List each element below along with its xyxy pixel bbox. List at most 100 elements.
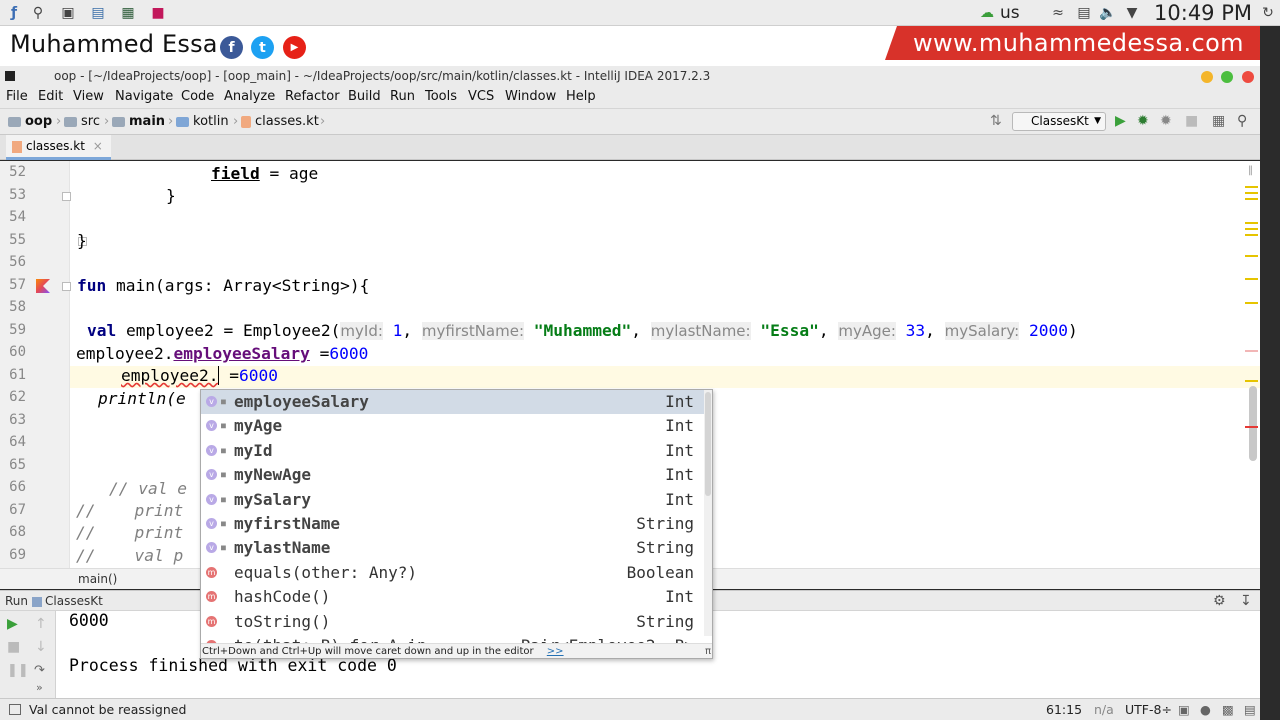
more-icon[interactable]: »	[36, 681, 43, 694]
tool-window-toggle-icon[interactable]	[9, 704, 21, 715]
down-arrow-icon[interactable]: ↓	[35, 639, 47, 655]
hector-icon[interactable]: ●	[1200, 702, 1211, 717]
menu-tools[interactable]: Tools	[425, 89, 457, 104]
completion-item[interactable]: v ■ myAge Int	[201, 414, 706, 438]
completion-item[interactable]: v ■ myId Int	[201, 439, 706, 463]
completion-hint-link[interactable]: >>	[547, 646, 564, 657]
clock[interactable]: 10:49 PM	[1154, 0, 1252, 26]
breadcrumb-kotlin[interactable]: kotlin	[176, 114, 229, 129]
breadcrumb-oop[interactable]: oop	[8, 114, 52, 129]
completion-item[interactable]: m toString() String	[201, 610, 706, 634]
breadcrumb-main[interactable]: main	[112, 114, 165, 129]
intellij-icon[interactable]: ■	[148, 3, 168, 23]
gear-icon[interactable]: ⚙	[1213, 593, 1226, 609]
stop-icon[interactable]: ■	[7, 639, 20, 655]
code-completion-popup[interactable]: v ■ employeeSalary Int v ■ myAge Int v ■ myId Int v ■…	[200, 389, 713, 659]
menu-code[interactable]: Code	[181, 89, 214, 104]
lock-icon[interactable]: ▣	[1178, 702, 1190, 717]
error-stripe-mark[interactable]	[1245, 426, 1258, 428]
tab-classes-kt[interactable]: classes.kt ×	[6, 135, 111, 160]
stop-icon[interactable]: ■	[1185, 113, 1198, 129]
minimize-button[interactable]	[1201, 71, 1213, 83]
soft-wrap-icon[interactable]: ↷	[34, 663, 45, 678]
fedora-icon[interactable]: ƒ	[4, 3, 24, 23]
monitor-icon[interactable]: ▦	[118, 3, 138, 23]
coverage-icon[interactable]: ✹	[1160, 113, 1172, 129]
menu-analyze[interactable]: Analyze	[224, 89, 275, 104]
debug-icon[interactable]: ✹	[1137, 113, 1149, 129]
completion-scrollbar-thumb[interactable]	[705, 392, 711, 496]
network-cloud-icon[interactable]: ☁	[977, 3, 997, 23]
power-icon[interactable]: ↻	[1258, 3, 1278, 23]
completion-item[interactable]: v ■ myNewAge Int	[201, 463, 706, 487]
breadcrumb-file[interactable]: classes.kt	[241, 114, 319, 129]
chevron-down-icon[interactable]: ▼	[1122, 3, 1142, 23]
search-everywhere-icon[interactable]: ⚲	[1237, 113, 1247, 129]
inspection-indicator[interactable]: ‖	[1248, 165, 1253, 176]
menu-run[interactable]: Run	[390, 89, 415, 104]
pause-icon[interactable]: ❚❚	[7, 663, 29, 678]
completion-item[interactable]: m equals(other: Any?) Boolean	[201, 561, 706, 585]
error-stripe-mark[interactable]	[1245, 228, 1258, 230]
menu-view[interactable]: View	[73, 89, 104, 104]
run-config-select[interactable]: ClassesKt ▼	[1012, 112, 1106, 131]
menu-help[interactable]: Help	[566, 89, 596, 104]
maximize-button[interactable]	[1221, 71, 1233, 83]
desktop-icon[interactable]: ▣	[58, 3, 78, 23]
run-icon[interactable]: ▶	[1115, 113, 1126, 129]
completion-item[interactable]: v ■ employeeSalary Int	[201, 390, 706, 414]
up-arrow-icon[interactable]: ↑	[35, 616, 47, 632]
error-stripe-mark[interactable]	[1245, 192, 1258, 194]
project-structure-icon[interactable]: ▦	[1212, 113, 1225, 129]
hide-panel-icon[interactable]: ↧	[1240, 593, 1252, 609]
fold-marker[interactable]	[62, 282, 71, 291]
menu-refactor[interactable]: Refactor	[285, 89, 340, 104]
error-stripe-mark[interactable]	[1245, 278, 1258, 280]
menu-window[interactable]: Window	[505, 89, 556, 104]
caret-position[interactable]: 61:15	[1046, 702, 1082, 717]
error-stripe-mark[interactable]	[1245, 380, 1258, 382]
fold-marker[interactable]	[62, 192, 71, 201]
error-stripe-mark[interactable]	[1245, 350, 1258, 352]
completion-item[interactable]: v ■ mylastName String	[201, 536, 706, 560]
menu-build[interactable]: Build	[348, 89, 381, 104]
search-icon[interactable]: ⚲	[28, 3, 48, 23]
error-stripe-mark[interactable]	[1245, 186, 1258, 188]
run-panel-label[interactable]: Run	[5, 594, 28, 608]
completion-item[interactable]: m hashCode() Int	[201, 585, 706, 609]
error-stripe-mark[interactable]	[1245, 255, 1258, 257]
menu-vcs[interactable]: VCS	[468, 89, 494, 104]
completion-scrollbar[interactable]	[704, 390, 712, 636]
wifi-icon[interactable]: ≈	[1048, 3, 1068, 23]
clipboard-icon[interactable]: ▤	[1074, 3, 1094, 23]
file-encoding[interactable]: UTF-8÷	[1125, 702, 1172, 717]
menu-navigate[interactable]: Navigate	[115, 89, 173, 104]
keyboard-layout[interactable]: us	[1000, 0, 1020, 26]
completion-item[interactable]: v ■ mySalary Int	[201, 488, 706, 512]
run-tab-label[interactable]: ClassesKt	[45, 594, 103, 608]
error-stripe-mark[interactable]	[1245, 222, 1258, 224]
error-stripe-mark[interactable]	[1245, 234, 1258, 236]
menu-file[interactable]: File	[6, 89, 28, 104]
tab-close-icon[interactable]: ×	[93, 139, 103, 153]
notifications-icon[interactable]: ▤	[1244, 702, 1256, 717]
function-crumb[interactable]: main()	[78, 572, 117, 586]
line-separator[interactable]: n/a	[1094, 702, 1114, 717]
close-button[interactable]	[1242, 71, 1254, 83]
window-titlebar[interactable]: oop - [~/IdeaProjects/oop] - [oop_main] …	[0, 66, 1260, 88]
code-line-60: employee2.employeeSalary =6000	[76, 344, 368, 364]
editor-scrollbar-thumb[interactable]	[1249, 386, 1257, 461]
kotlin-file-icon	[12, 141, 22, 153]
completion-item-type: String	[636, 611, 694, 631]
rerun-icon[interactable]: ▶	[7, 616, 18, 632]
build-arrows-icon[interactable]: ⇅	[990, 113, 1002, 129]
error-stripe-mark[interactable]	[1245, 302, 1258, 304]
event-log-icon[interactable]: ▩	[1222, 702, 1234, 717]
pi-icon[interactable]: π	[705, 644, 711, 658]
menu-edit[interactable]: Edit	[38, 89, 63, 104]
completion-item[interactable]: v ■ myfirstName String	[201, 512, 706, 536]
volume-icon[interactable]: 🔈	[1098, 3, 1118, 23]
error-stripe-mark[interactable]	[1245, 198, 1258, 200]
breadcrumb-src[interactable]: src	[64, 114, 100, 129]
files-icon[interactable]: ▤	[88, 3, 108, 23]
